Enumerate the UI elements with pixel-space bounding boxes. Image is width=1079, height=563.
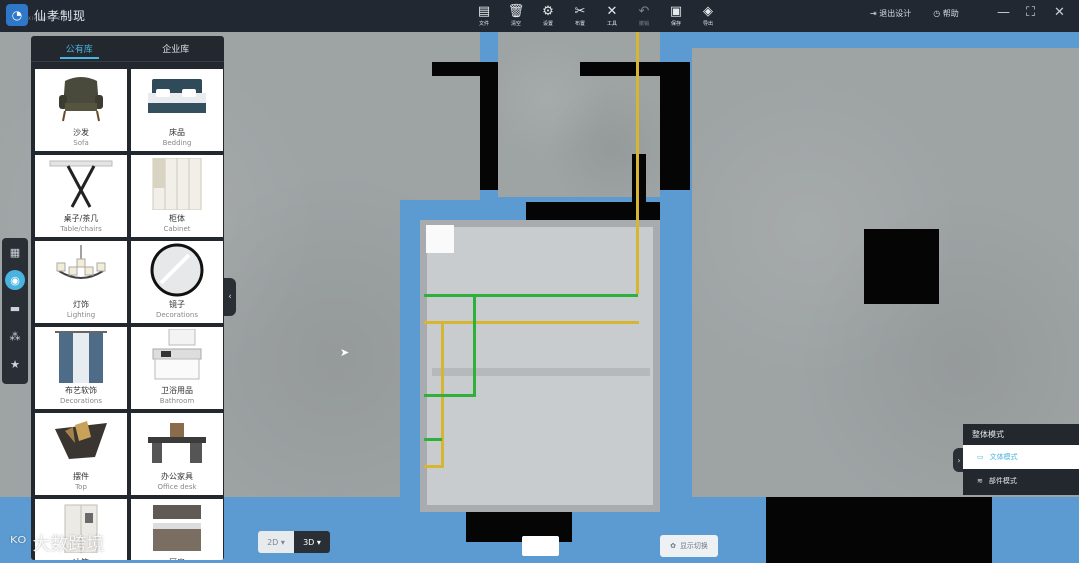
water-pipe-green <box>424 394 476 397</box>
wrench-icon: ✕ <box>606 4 618 19</box>
app-logo: ◔ 仙孝制现 <box>6 4 86 26</box>
brand-subtitle: XIANXIAO ZHIXIAN <box>28 16 82 21</box>
desk-icon <box>139 416 215 468</box>
display-switch-button[interactable]: ✿ 显示切换 <box>660 535 718 557</box>
water-pipe-green <box>473 294 476 396</box>
model-library-tool[interactable]: ◉ <box>5 270 25 290</box>
mode-menu-title: 整体模式 <box>972 430 1004 439</box>
maximize-button[interactable]: ⛶ <box>1026 5 1035 20</box>
mode-item-whole[interactable]: ▭ 文体模式 <box>963 445 1079 469</box>
table-icon <box>43 158 119 210</box>
left-tool-rail: ▦ ◉ ▬ ⁂ ★ <box>2 238 28 384</box>
mirror-icon <box>139 243 215 297</box>
settings-button[interactable]: ⚙ 设置 <box>532 2 564 30</box>
layers-icon: ≋ <box>977 477 983 485</box>
logo-icon: ◔ <box>6 4 28 26</box>
library-item-bedding[interactable]: 床品 Bedding <box>131 69 223 151</box>
library-tabs: 公有库 企业库 <box>31 36 224 62</box>
library-item-office[interactable]: 办公家具 Office desk <box>131 413 223 495</box>
main-toolbar: ▤ 文件 🗑 清空 ⚙ 设置 ✂ 布置 ✕ 工具 ↶ 撤销 ▣ 保存 ◈ 导出 <box>468 2 724 30</box>
wall <box>766 497 992 563</box>
undo-icon: ↶ <box>638 4 650 19</box>
view-2d-button[interactable]: 2D ▾ <box>258 531 294 553</box>
star-icon: ★ <box>10 357 20 371</box>
tools-button[interactable]: ✕ 工具 <box>596 2 628 30</box>
chat-icon: ◉ <box>10 273 20 287</box>
curtain-icon <box>43 330 119 383</box>
wall <box>660 76 690 190</box>
bath-cabinet-icon <box>139 329 215 382</box>
flower-icon: ✿ <box>670 542 676 550</box>
view-3d-button[interactable]: 3D ▾ <box>294 531 330 553</box>
water-pipe-green <box>424 438 442 441</box>
help-button[interactable]: ◷ 帮助 <box>933 8 959 19</box>
wall <box>632 154 646 216</box>
layout-button[interactable]: ✂ 布置 <box>564 2 596 30</box>
chevron-left-icon: ‹ <box>228 292 232 302</box>
header-actions: ⇥ 退出设计 ◷ 帮助 <box>870 8 959 19</box>
library-item-curtain[interactable]: 布艺软饰 Decorations <box>35 327 127 409</box>
tools-icon: ✂ <box>574 4 586 19</box>
bowl-icon <box>43 416 119 468</box>
chevron-right-icon: › <box>957 455 961 465</box>
library-item-cabinet[interactable]: 柜体 Cabinet <box>131 155 223 237</box>
file-icon: ▤ <box>477 4 491 19</box>
library-grid: 沙发 Sofa 床品 Bedding 桌子/茶几 Table/chairs 柜体… <box>35 69 223 560</box>
cube-icon: ◈ <box>703 4 713 19</box>
undo-button[interactable]: ↶ 撤销 <box>628 2 660 30</box>
floorplan-icon: ▦ <box>9 245 21 259</box>
screen-icon: ▭ <box>977 453 984 461</box>
library-item-kitchen[interactable]: 厨房 <box>131 499 223 560</box>
collapse-panel-button[interactable]: ‹ <box>224 278 236 316</box>
trash-icon: 🗑 <box>507 4 525 19</box>
minimize-button[interactable]: — <box>997 5 1010 20</box>
chandelier-icon <box>43 244 119 296</box>
save-button[interactable]: ▣ 保存 <box>660 2 692 30</box>
compass-widget[interactable] <box>522 536 559 556</box>
furniture-tool[interactable]: ▬ <box>5 298 25 318</box>
water-pipe-yellow <box>424 465 444 468</box>
library-item-decor[interactable]: 摆件 Top <box>35 413 127 495</box>
library-item-sofa[interactable]: 沙发 Sofa <box>35 69 127 151</box>
layers-icon: ⁂ <box>9 329 21 343</box>
tab-public-library[interactable]: 公有库 <box>31 36 128 61</box>
export-button[interactable]: ◈ 导出 <box>692 2 724 30</box>
close-button[interactable]: ✕ <box>1054 5 1065 20</box>
model-library-panel: 公有库 企业库 沙发 Sofa 床品 Bedding 桌子/茶几 Table/c… <box>31 36 224 560</box>
library-item-bathroom[interactable]: 卫浴用品 Bathroom <box>131 327 223 409</box>
mouse-cursor: ➤ <box>340 346 350 359</box>
view-toggle: 2D ▾ 3D ▾ <box>258 531 330 553</box>
watermark: ᴷᴼ 大数跨境 <box>10 532 105 556</box>
library-item-lighting[interactable]: 灯饰 Lighting <box>35 241 127 323</box>
mode-item-parts[interactable]: ≋ 部件模式 <box>963 469 1079 493</box>
pillar <box>864 229 939 304</box>
library-item-mirror[interactable]: 镜子 Decorations <box>131 241 223 323</box>
watermark-logo-icon: ᴷᴼ <box>10 532 27 554</box>
floor-seam <box>432 368 650 376</box>
layers-tool[interactable]: ⁂ <box>5 326 25 346</box>
sofa-icon: ▬ <box>9 301 21 315</box>
exit-design-button[interactable]: ⇥ 退出设计 <box>870 8 911 19</box>
wall <box>580 62 690 76</box>
kitchen-icon <box>139 502 215 554</box>
water-pipe-yellow <box>424 321 639 324</box>
bed-icon <box>139 72 215 124</box>
favorites-tool[interactable]: ★ <box>5 354 25 374</box>
clear-button[interactable]: 🗑 清空 <box>500 2 532 30</box>
water-pipe-yellow <box>636 32 639 294</box>
cabinet-icon <box>139 158 215 210</box>
tab-enterprise-library[interactable]: 企业库 <box>128 36 225 61</box>
gear-icon: ⚙ <box>542 4 554 19</box>
file-button[interactable]: ▤ 文件 <box>468 2 500 30</box>
save-icon: ▣ <box>669 4 683 19</box>
library-item-table[interactable]: 桌子/茶几 Table/chairs <box>35 155 127 237</box>
armchair-icon <box>43 72 119 124</box>
wall <box>480 62 498 190</box>
mode-menu: 整体模式 ▭ 文体模式 ≋ 部件模式 <box>963 424 1079 495</box>
water-pipe-green <box>424 294 638 297</box>
floor-fixture <box>426 225 454 253</box>
room-floor <box>420 220 660 512</box>
floorplan-tool[interactable]: ▦ <box>5 242 25 262</box>
top-bar: ◔ 仙孝制现 XIANXIAO ZHIXIAN ▤ 文件 🗑 清空 ⚙ 设置 ✂ 布置 … <box>0 0 1079 32</box>
